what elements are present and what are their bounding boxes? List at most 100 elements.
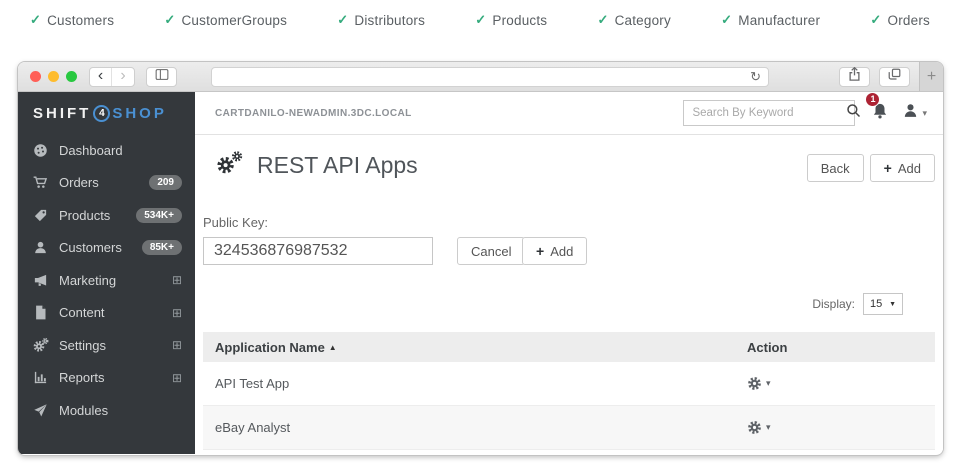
gear-icon bbox=[747, 376, 762, 391]
display-count-control: Display: 15 ▼ bbox=[812, 293, 903, 315]
service-checklist: ✓Customers ✓CustomerGroups ✓Distributors… bbox=[0, 0, 960, 40]
minimize-window-button[interactable] bbox=[48, 71, 59, 82]
sidebar-toggle-icon bbox=[154, 68, 170, 86]
add-app-button[interactable]: + Add bbox=[870, 154, 935, 182]
action-header: Action bbox=[747, 340, 787, 355]
service-orders[interactable]: ✓Orders bbox=[870, 12, 930, 28]
application-name-header: Application Name bbox=[215, 340, 325, 355]
sidebar-item-label: Orders bbox=[59, 175, 149, 190]
back-button[interactable]: Back bbox=[807, 154, 864, 182]
table-row: API Test App ▾ bbox=[203, 362, 935, 406]
dashboard-icon bbox=[32, 142, 49, 158]
sidebar-item-customers[interactable]: Customers 85K+ bbox=[18, 232, 195, 265]
sidebar-item-settings[interactable]: Settings ⊞ bbox=[18, 329, 195, 362]
back-button[interactable]: ‹ bbox=[90, 68, 112, 86]
service-customers[interactable]: ✓ Customers bbox=[30, 12, 114, 28]
row-action-menu-button[interactable]: ▾ bbox=[747, 376, 771, 391]
chevron-down-icon: ▾ bbox=[922, 108, 927, 119]
sidebar-item-label: Modules bbox=[59, 403, 182, 418]
sidebar-item-marketing[interactable]: Marketing ⊞ bbox=[18, 264, 195, 297]
chevron-down-icon: ▾ bbox=[766, 422, 771, 433]
logo-four-circle: 4 bbox=[93, 105, 110, 122]
select-arrow-icon: ▼ bbox=[889, 301, 896, 308]
check-icon: ✓ bbox=[721, 12, 732, 28]
service-label: CustomerGroups bbox=[181, 13, 287, 28]
sidebar-item-label: Content bbox=[59, 305, 172, 320]
public-key-input[interactable] bbox=[203, 237, 433, 265]
cancel-button[interactable]: Cancel bbox=[457, 237, 525, 265]
expand-icon[interactable]: ⊞ bbox=[172, 307, 182, 319]
sidebar-item-label: Marketing bbox=[59, 273, 172, 288]
zoom-window-button[interactable] bbox=[66, 71, 77, 82]
notification-count-badge: 1 bbox=[865, 92, 880, 107]
share-button[interactable] bbox=[839, 67, 870, 87]
admin-app: SHIFT 4 SHOP Dashboard Orders 209 bbox=[18, 92, 943, 454]
document-icon bbox=[32, 305, 49, 321]
browser-toolbar: ‹ › ↻ + bbox=[18, 62, 943, 92]
service-customergroups[interactable]: ✓CustomerGroups bbox=[164, 12, 287, 28]
refresh-icon[interactable]: ↻ bbox=[750, 70, 761, 83]
sidebar-item-reports[interactable]: Reports ⊞ bbox=[18, 362, 195, 395]
service-manufacturer[interactable]: ✓ Manufacturer bbox=[721, 12, 820, 28]
sidebar-item-modules[interactable]: Modules bbox=[18, 394, 195, 427]
tab-overview-button[interactable] bbox=[879, 67, 910, 87]
main-content: CARTDANILO-NEWADMIN.3DC.LOCAL 1 bbox=[195, 92, 943, 454]
shift4shop-logo[interactable]: SHIFT 4 SHOP bbox=[18, 92, 195, 134]
keyword-search[interactable] bbox=[683, 100, 855, 126]
address-bar-input[interactable] bbox=[219, 71, 750, 83]
public-key-label: Public Key: bbox=[203, 215, 268, 230]
service-label: Category bbox=[615, 13, 671, 28]
customers-count-badge: 85K+ bbox=[142, 240, 182, 255]
add-button-label: Add bbox=[898, 161, 921, 176]
close-window-button[interactable] bbox=[30, 71, 41, 82]
column-application-name[interactable]: Application Name ▲ bbox=[203, 340, 747, 355]
sidebar-item-products[interactable]: Products 534K+ bbox=[18, 199, 195, 232]
share-icon bbox=[848, 67, 861, 86]
sidebar-item-label: Dashboard bbox=[59, 143, 182, 158]
table-header-row: Application Name ▲ Action bbox=[203, 332, 935, 362]
search-icon[interactable] bbox=[846, 103, 861, 123]
search-input[interactable] bbox=[692, 107, 846, 119]
notifications-button[interactable]: 1 bbox=[871, 102, 889, 125]
sidebar-toggle-button[interactable] bbox=[146, 67, 177, 87]
check-icon: ✓ bbox=[30, 12, 41, 28]
service-label: Manufacturer bbox=[738, 13, 820, 28]
display-label: Display: bbox=[812, 297, 855, 311]
toolbar-right: + bbox=[839, 62, 943, 91]
tabs-icon bbox=[888, 68, 901, 86]
service-products[interactable]: ✓Products bbox=[475, 12, 547, 28]
sidebar-menu: Dashboard Orders 209 Products 534K+ bbox=[18, 134, 195, 427]
page-title: REST API Apps bbox=[257, 152, 418, 179]
forward-button[interactable]: › bbox=[112, 68, 134, 86]
plus-icon: + bbox=[536, 243, 544, 259]
expand-icon[interactable]: ⊞ bbox=[172, 339, 182, 351]
paper-plane-icon bbox=[32, 402, 49, 418]
check-icon: ✓ bbox=[475, 12, 486, 28]
app-name-cell: API Test App bbox=[203, 376, 747, 391]
plus-icon: + bbox=[927, 68, 936, 86]
store-domain: CARTDANILO-NEWADMIN.3DC.LOCAL bbox=[215, 108, 412, 119]
service-label: Customers bbox=[47, 13, 114, 28]
display-count-select[interactable]: 15 ▼ bbox=[863, 293, 903, 315]
bar-chart-icon bbox=[32, 370, 49, 386]
user-icon bbox=[902, 102, 919, 124]
tag-icon bbox=[32, 207, 49, 223]
form-add-button[interactable]: + Add bbox=[522, 237, 587, 265]
products-count-badge: 534K+ bbox=[136, 208, 182, 223]
address-bar[interactable]: ↻ bbox=[211, 67, 769, 87]
account-menu-button[interactable]: ▾ bbox=[902, 102, 927, 124]
service-category[interactable]: ✓Category bbox=[597, 12, 670, 28]
expand-icon[interactable]: ⊞ bbox=[172, 274, 182, 286]
service-distributors[interactable]: ✓Distributors bbox=[337, 12, 425, 28]
service-label: Distributors bbox=[354, 13, 425, 28]
new-tab-button[interactable]: + bbox=[919, 62, 943, 91]
sidebar-item-orders[interactable]: Orders 209 bbox=[18, 167, 195, 200]
sidebar-item-content[interactable]: Content ⊞ bbox=[18, 297, 195, 330]
megaphone-icon bbox=[32, 272, 49, 288]
expand-icon[interactable]: ⊞ bbox=[172, 372, 182, 384]
gears-icon bbox=[32, 337, 49, 353]
person-icon bbox=[32, 240, 49, 256]
display-count-value: 15 bbox=[870, 298, 882, 310]
row-action-menu-button[interactable]: ▾ bbox=[747, 420, 771, 435]
sidebar-item-dashboard[interactable]: Dashboard bbox=[18, 134, 195, 167]
